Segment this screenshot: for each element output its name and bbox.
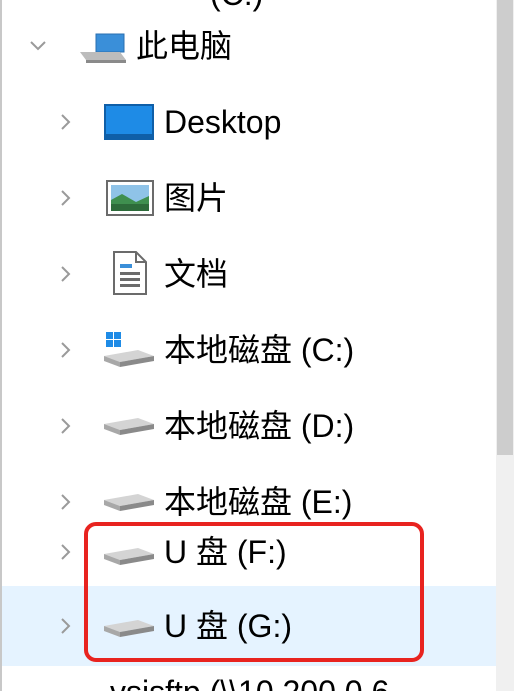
chevron-right-icon[interactable] — [56, 616, 76, 636]
desktop-icon — [104, 104, 154, 140]
chevron-right-icon[interactable] — [56, 188, 76, 208]
navigation-pane: (C:) 此电脑 Desktop — [0, 0, 514, 691]
tree-item-label: 此电脑 — [136, 28, 233, 64]
tree-item-drive-c[interactable]: 本地磁盘 (C:) — [2, 312, 496, 388]
scrollbar-thumb[interactable] — [497, 0, 513, 455]
tree-item-documents[interactable]: 文档 — [2, 236, 496, 312]
tree-item-this-pc[interactable]: 此电脑 — [2, 8, 496, 84]
chevron-right-icon[interactable] — [56, 112, 76, 132]
chevron-right-icon[interactable] — [56, 492, 76, 512]
drive-icon — [102, 486, 156, 518]
highlight-box — [84, 522, 424, 662]
tree-item-pictures[interactable]: 图片 — [2, 160, 496, 236]
chevron-right-icon[interactable] — [56, 264, 76, 284]
chevron-right-icon[interactable] — [56, 340, 76, 360]
tree-item-label: Desktop — [164, 104, 282, 140]
tree-item-label: 本地磁盘 (D:) — [164, 408, 355, 444]
windows-drive-icon — [102, 330, 156, 370]
tree-item-label: 本地磁盘 (E:) — [164, 484, 353, 520]
drive-icon — [102, 410, 156, 442]
tree-item-label: 本地磁盘 (C:) — [164, 332, 355, 368]
pictures-icon — [106, 180, 154, 216]
tree-item-drive-d[interactable]: 本地磁盘 (D:) — [2, 388, 496, 464]
chevron-right-icon[interactable] — [56, 542, 76, 562]
computer-icon — [76, 28, 128, 68]
partial-item-bottom: vsjsftp (\\10.200.0.6 — [110, 672, 389, 691]
tree-item-label: 文档 — [164, 256, 229, 292]
documents-icon — [112, 250, 148, 296]
tree-item-desktop[interactable]: Desktop — [2, 84, 496, 160]
chevron-right-icon[interactable] — [56, 416, 76, 436]
chevron-down-icon[interactable] — [28, 36, 48, 56]
tree-item-label: 图片 — [164, 180, 229, 216]
